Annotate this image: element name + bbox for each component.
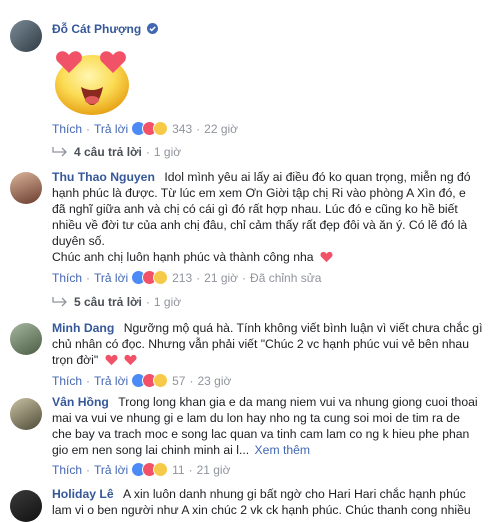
comment-body: Minh Dang Ngưỡng mộ quá hà. Tính không v…	[52, 320, 492, 368]
heart-eyes-emoji	[55, 51, 129, 115]
reply-arrow-icon	[52, 297, 67, 307]
replies-count[interactable]: 5 câu trả lời	[74, 295, 142, 309]
avatar[interactable]	[10, 323, 42, 355]
comment-time[interactable]: 23 giờ	[197, 374, 231, 388]
avatar[interactable]	[10, 20, 42, 52]
reactions[interactable]	[131, 373, 169, 388]
heart-emoji-icon	[105, 354, 118, 366]
haha-reaction-icon	[153, 373, 169, 388]
reaction-count[interactable]: 11	[172, 463, 184, 477]
avatar[interactable]	[10, 490, 42, 522]
comment-time[interactable]: 22 giờ	[204, 122, 238, 136]
avatar[interactable]	[10, 398, 42, 430]
heart-emoji-icon	[124, 354, 137, 366]
haha-reaction-icon	[153, 462, 169, 477]
comment-time[interactable]: 21 giờ	[197, 463, 231, 477]
reply-link[interactable]: Trả lời	[94, 463, 128, 477]
reaction-count[interactable]: 57	[172, 374, 185, 388]
comment-text-line: lam vi o ben người như A xin chúc 2 vk c…	[52, 503, 471, 517]
separator: ·	[86, 462, 91, 477]
separator: ·	[196, 270, 201, 285]
comment-actions: Thích · Trả lời 213 · 21 giờ · Đã chỉnh …	[52, 270, 321, 285]
comment-text-line: che bay va trach moc e song lac quan va …	[52, 427, 470, 441]
comment-text-line: Idol mình yêu ai lấy ai điều đó ko quan …	[164, 170, 471, 184]
wow-reaction-icon	[153, 270, 169, 285]
reply-arrow-icon	[52, 147, 67, 157]
reaction-count[interactable]: 343	[172, 122, 192, 136]
see-more-link[interactable]: Xem thêm	[255, 443, 311, 457]
heart-emoji-icon	[320, 251, 333, 263]
reactions[interactable]	[131, 270, 169, 285]
comment-author-name[interactable]: Thu Thao Nguyen	[52, 170, 155, 184]
comment-text-line: chủ nhân có đọc. Nhưng vẫn phải viết "Ch…	[52, 337, 469, 351]
comment-text-line: Trong long khan gia e da mang niem vui v…	[118, 395, 478, 409]
comment-text-line: A xin luôn danh nhung gi bất ngờ cho Har…	[123, 487, 466, 501]
comment-actions: Thích · Trả lời 11 · 21 giờ	[52, 462, 230, 477]
reactions[interactable]	[131, 462, 169, 477]
comment-body: Vân Hồng Trong long khan gia e da mang n…	[52, 394, 492, 458]
reply-link[interactable]: Trả lời	[94, 122, 128, 136]
comment-text-line: hạnh phúc là được. Từ lúc em xem Ơn Giời…	[52, 186, 466, 200]
separator: ·	[86, 270, 91, 285]
like-link[interactable]: Thích	[52, 463, 82, 477]
comment-body: Thu Thao Nguyen Idol mình yêu ai lấy ai …	[52, 169, 492, 265]
comment-text-line: gio em nen song lai chinh minh ai l...	[52, 443, 250, 457]
separator: ·	[196, 121, 201, 136]
like-link[interactable]: Thích	[52, 122, 82, 136]
haha-reaction-icon	[153, 121, 169, 136]
reaction-count[interactable]: 213	[172, 271, 192, 285]
comment-body: Holiday Lê A xin luôn danh nhung gi bất …	[52, 486, 498, 518]
separator: ·	[86, 121, 91, 136]
comment-text-line: Chúc anh chị luôn hạnh phúc và thành côn…	[52, 250, 314, 264]
reply-link[interactable]: Trả lời	[94, 374, 128, 388]
separator: ·	[189, 373, 194, 388]
reactions[interactable]	[131, 121, 169, 136]
comment-author[interactable]: Đỗ Cát Phượng	[52, 22, 158, 36]
reply-link[interactable]: Trả lời	[94, 271, 128, 285]
verified-icon	[146, 23, 158, 34]
separator: ·	[242, 270, 247, 285]
comment-author-name[interactable]: Holiday Lê	[52, 487, 114, 501]
separator: ·	[145, 145, 150, 159]
edited-label[interactable]: Đã chỉnh sửa	[250, 271, 321, 285]
comment-actions: Thích · Trả lời 57 · 23 giờ	[52, 373, 231, 388]
comment-time[interactable]: 21 giờ	[204, 271, 238, 285]
comment-text-line: trọn đời"	[52, 353, 99, 367]
comment-author-name[interactable]: Vân Hồng	[52, 395, 109, 409]
view-replies[interactable]: 4 câu trả lời · 1 giờ	[52, 145, 181, 159]
comment-text-line: duyên số.	[52, 234, 105, 248]
comment-text-line: mai va vui ve nhung gi e lam du lon hay …	[52, 411, 460, 425]
avatar[interactable]	[10, 172, 42, 204]
comment-author-name[interactable]: Đỗ Cát Phượng	[52, 22, 141, 36]
comment-text-line: nhiều về đời tư của anh chị đâu, chỉ cảm…	[52, 218, 468, 232]
replies-time: 1 giờ	[153, 295, 182, 309]
comment-text-line: Ngưỡng mộ quá hà. Tính không viết bình l…	[123, 321, 483, 335]
replies-time: 1 giờ	[153, 145, 182, 159]
like-link[interactable]: Thích	[52, 374, 82, 388]
like-link[interactable]: Thích	[52, 271, 82, 285]
comment-actions: Thích · Trả lời 343 · 22 giờ	[52, 121, 238, 136]
comment-author-name[interactable]: Minh Dang	[52, 321, 114, 335]
comment-text-line: đã nghĩ giữa anh và chị có cái gì đó rất…	[52, 202, 458, 216]
separator: ·	[86, 373, 91, 388]
separator: ·	[145, 295, 150, 309]
view-replies[interactable]: 5 câu trả lời · 1 giờ	[52, 295, 181, 309]
separator: ·	[188, 462, 193, 477]
replies-count[interactable]: 4 câu trả lời	[74, 145, 142, 159]
